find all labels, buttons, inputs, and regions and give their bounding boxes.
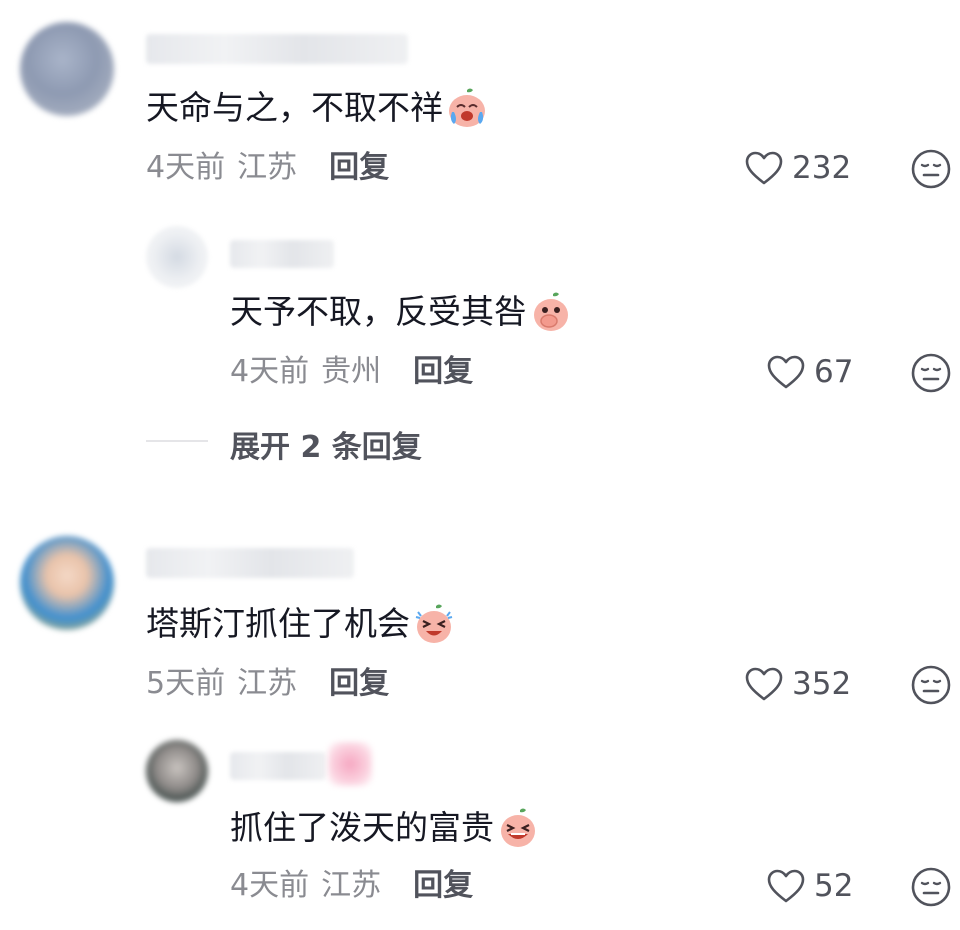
like-count: 67 [814, 354, 854, 390]
reply-button[interactable]: 回复 [329, 666, 389, 702]
reply-location: 贵州 [321, 354, 382, 389]
meh-face-icon[interactable] [910, 148, 952, 190]
avatar[interactable] [20, 22, 114, 116]
avatar[interactable] [20, 536, 114, 630]
like-button[interactable]: 232 [744, 150, 851, 186]
comment-meta: 4天前 江苏 回复 [146, 150, 389, 186]
username-blurred[interactable] [230, 240, 334, 268]
comment-meta: 5天前 江苏 回复 [146, 666, 389, 702]
crying-emoji [449, 88, 485, 127]
reply-button[interactable]: 回复 [329, 150, 389, 186]
heart-outline-icon [766, 868, 806, 904]
like-button[interactable]: 52 [766, 868, 853, 904]
reply-button[interactable]: 回复 [413, 354, 473, 390]
avatar[interactable] [146, 226, 208, 288]
like-count: 352 [792, 666, 852, 702]
reply-text-content: 抓住了泼天的富贵 [230, 808, 494, 847]
avatar[interactable] [146, 740, 208, 802]
comment-location: 江苏 [237, 150, 298, 185]
comment-text-content: 天命与之，不取不祥 [146, 88, 443, 127]
meh-face-icon[interactable] [910, 352, 952, 394]
expand-replies-button[interactable]: 展开 2 条回复 [230, 422, 422, 466]
reply-meta: 4天前 江苏 回复 [230, 868, 473, 904]
reply-text-content: 天予不取，反受其咎 [230, 292, 527, 331]
laughing-tears-emoji [415, 604, 453, 643]
username-badge-blurred [328, 742, 372, 786]
meh-face-icon[interactable] [910, 866, 952, 908]
expand-replies-label: 展开 2 条回复 [230, 430, 422, 465]
comment-text: 塔斯汀抓住了机会 [146, 602, 456, 646]
username-blurred[interactable] [230, 752, 326, 780]
reply-text: 抓住了泼天的富贵 [230, 806, 540, 850]
comment-text: 天命与之，不取不祥 [146, 86, 489, 130]
expand-divider [146, 440, 208, 442]
comment-location: 江苏 [237, 666, 298, 701]
comment-text-content: 塔斯汀抓住了机会 [146, 604, 410, 643]
like-count: 52 [814, 868, 854, 904]
reply-time: 4天前 [230, 868, 310, 903]
username-blurred[interactable] [146, 548, 354, 578]
reply-text: 天予不取，反受其咎 [230, 290, 573, 334]
reply-location: 江苏 [321, 868, 382, 903]
heart-outline-icon [744, 150, 784, 186]
grinning-emoji [501, 808, 535, 847]
meh-face-icon[interactable] [910, 664, 952, 706]
heart-outline-icon [766, 354, 806, 390]
reply-time: 4天前 [230, 354, 310, 389]
heart-outline-icon [744, 666, 784, 702]
covering-mouth-emoji [534, 292, 568, 331]
reply-button[interactable]: 回复 [413, 868, 473, 904]
like-button[interactable]: 67 [766, 354, 853, 390]
username-blurred[interactable] [146, 34, 408, 64]
reply-meta: 4天前 贵州 回复 [230, 354, 473, 390]
comment-time: 5天前 [146, 666, 226, 701]
like-count: 232 [792, 150, 852, 186]
like-button[interactable]: 352 [744, 666, 851, 702]
comment-time: 4天前 [146, 150, 226, 185]
